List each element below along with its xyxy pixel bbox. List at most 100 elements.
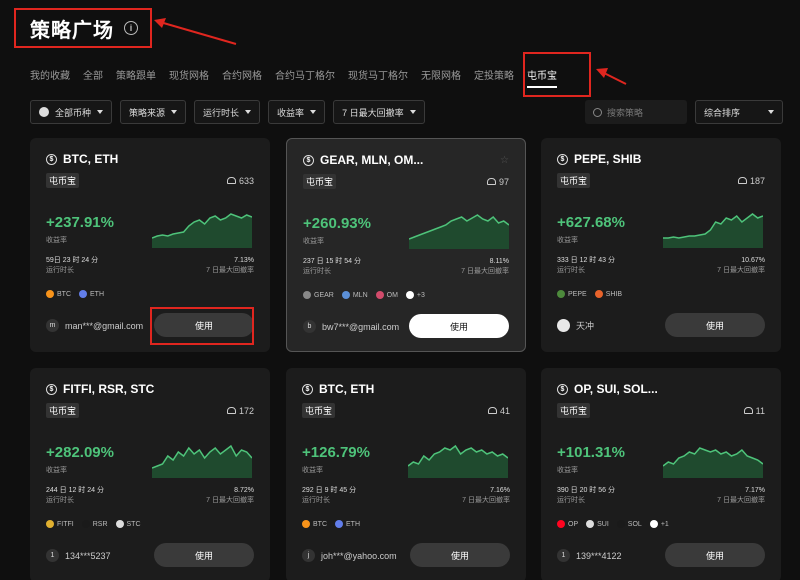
coin-list: FITFI RSR STC xyxy=(46,520,141,528)
runtime-value: 292 日 9 时 45 分 xyxy=(302,487,357,494)
strategy-icon: $ xyxy=(557,153,568,165)
card-meta: 屯币宝 11 xyxy=(557,403,765,418)
coin-name: STC xyxy=(126,520,141,528)
stats-values: 59日 23 时 24 分 7.13% xyxy=(46,256,254,266)
strategy-card[interactable]: $ FITFI, RSR, STC 屯币宝 172 +282.09% 收益率 244 日 1… xyxy=(30,368,270,580)
coin-list: GEAR MLN OM +3 xyxy=(303,291,425,299)
return-value: +126.79% xyxy=(302,444,370,461)
filter-dropdown-4[interactable]: 7 日最大回撤率 xyxy=(333,100,425,124)
tab-8[interactable]: 定投策略 xyxy=(474,67,514,82)
drawdown-value: 8.72% xyxy=(234,487,254,494)
coin-icon xyxy=(303,291,311,299)
coin-name: MLN xyxy=(352,291,368,299)
drawdown-value: 7.17% xyxy=(745,487,765,494)
card-meta: 屯币宝 633 xyxy=(46,173,254,188)
sort-label: 综合排序 xyxy=(704,107,741,118)
tab-1[interactable]: 全部 xyxy=(83,67,103,82)
owner-name: 139***4122 xyxy=(576,550,622,561)
strategy-card[interactable]: $ GEAR, MLN, OM... ☆ 屯币宝 97 +260.93% 收益率 237 日 … xyxy=(286,138,526,352)
strategy-tabs: 我的收藏 全部 策略跟单 现货网格 合约网格 合约马丁格尔 现货马丁格尔 无限网格 定投策略 屯币… xyxy=(30,64,570,88)
info-icon[interactable]: i xyxy=(124,21,138,35)
owner-name: joh***@yahoo.com xyxy=(321,550,397,561)
strategy-card[interactable]: $ OP, SUI, SOL... 屯币宝 11 +101.31% 收益率 390 日 20… xyxy=(541,368,781,580)
filter-dropdown-0[interactable]: 全部币种 xyxy=(30,100,113,124)
search-input[interactable]: 搜索策略 xyxy=(585,100,687,124)
tab-3[interactable]: 现货网格 xyxy=(169,67,209,82)
owner-info: m man***@gmail.com xyxy=(46,319,143,332)
strategy-type-badge: 屯币宝 xyxy=(303,174,337,189)
card-header: $ GEAR, MLN, OM... xyxy=(303,153,509,167)
coin-item: +3 xyxy=(405,291,425,299)
use-button[interactable]: 使用 xyxy=(665,543,765,567)
filter-dropdown-1[interactable]: 策略来源 xyxy=(120,100,187,124)
strategy-card[interactable]: $ BTC, ETH 屯币宝 41 +126.79% 收益率 292 日 9 时 45 分 7… xyxy=(286,368,526,580)
coin-item: ETH xyxy=(79,290,104,298)
coin-item: GEAR xyxy=(303,291,334,299)
coin-item: MLN xyxy=(341,291,368,299)
card-stats: 390 日 20 时 56 分 7.17% 运行时长 7 日最大回撤率 xyxy=(557,486,765,506)
strategy-icon: $ xyxy=(303,154,314,166)
user-count-value: 633 xyxy=(238,175,254,186)
star-icon[interactable]: ☆ xyxy=(500,155,509,166)
card-title: PEPE, SHIB xyxy=(574,152,642,166)
use-button[interactable]: 使用 xyxy=(410,543,510,567)
strategy-card[interactable]: $ PEPE, SHIB 屯币宝 187 +627.68% 收益率 333 日 12 时 4… xyxy=(541,138,781,352)
filter-dropdown-2[interactable]: 运行时长 xyxy=(194,100,261,124)
use-button[interactable]: 使用 xyxy=(409,314,509,338)
avatar: 1 xyxy=(46,549,59,562)
tab-2[interactable]: 策略跟单 xyxy=(116,67,156,82)
strategy-type-badge: 屯币宝 xyxy=(557,173,591,188)
runtime-label: 运行时长 xyxy=(557,497,585,504)
sparkline-chart xyxy=(663,447,763,478)
card-meta: 屯币宝 187 xyxy=(557,173,765,188)
card-meta: 屯币宝 97 xyxy=(303,174,509,189)
strategy-type-badge: 屯币宝 xyxy=(302,403,336,418)
sort-dropdown[interactable]: 综合排序 xyxy=(695,100,783,124)
avatar: j xyxy=(302,549,315,562)
runtime-value: 244 日 12 时 24 分 xyxy=(46,487,104,494)
coin-name: SUI xyxy=(597,520,609,528)
coin-list: OP SUI SOL +1 xyxy=(557,520,669,528)
tab-5[interactable]: 合约马丁格尔 xyxy=(275,67,335,82)
sparkline-area xyxy=(152,446,252,478)
sparkline-area xyxy=(152,214,252,248)
user-count: 172 xyxy=(226,406,254,416)
coin-name: OM xyxy=(386,291,398,299)
coin-list: PEPE SHIB xyxy=(557,290,622,298)
coin-icon xyxy=(616,520,625,528)
use-button[interactable]: 使用 xyxy=(665,313,765,337)
return-label: 收益率 xyxy=(302,467,323,474)
coin-item: RSR xyxy=(81,520,108,528)
sparkline-chart xyxy=(408,444,508,478)
filter-label: 7 日最大回撤率 xyxy=(342,107,404,118)
coin-icon xyxy=(557,290,565,298)
tab-6[interactable]: 现货马丁格尔 xyxy=(348,67,408,82)
coin-icon xyxy=(405,291,414,299)
coin-list: BTC ETH xyxy=(302,520,360,528)
filter-dropdown-3[interactable]: 收益率 xyxy=(268,100,326,124)
drawdown-label: 7 日最大回撤率 xyxy=(206,497,254,504)
card-header: $ FITFI, RSR, STC xyxy=(46,382,254,396)
card-header: $ BTC, ETH xyxy=(302,382,510,396)
use-button[interactable]: 使用 xyxy=(154,543,254,567)
tab-7[interactable]: 无限网格 xyxy=(421,67,461,82)
coin-icon xyxy=(649,520,658,528)
annotation-arrow-title xyxy=(154,18,237,45)
filter-label: 策略来源 xyxy=(129,107,166,118)
filter-label: 全部币种 xyxy=(55,107,92,118)
runtime-label: 运行时长 xyxy=(557,267,585,274)
coin-list: BTC ETH xyxy=(46,290,104,298)
stats-labels: 运行时长 7 日最大回撤率 xyxy=(302,496,510,506)
card-stats: 237 日 15 时 54 分 8.11% 运行时长 7 日最大回撤率 xyxy=(303,257,509,277)
coin-icon xyxy=(586,520,595,528)
owner-info: b bw7***@gmail.com xyxy=(303,320,399,333)
return-label: 收益率 xyxy=(303,238,324,245)
tab-0[interactable]: 我的收藏 xyxy=(30,67,70,82)
active-tab-highlight-box xyxy=(523,52,591,97)
coin-item: BTC xyxy=(302,520,327,528)
user-count: 633 xyxy=(226,175,254,186)
card-title: BTC, ETH xyxy=(63,152,119,166)
tab-4[interactable]: 合约网格 xyxy=(222,67,262,82)
strategy-type-badge: 屯币宝 xyxy=(46,403,80,418)
runtime-label: 运行时长 xyxy=(46,267,74,274)
